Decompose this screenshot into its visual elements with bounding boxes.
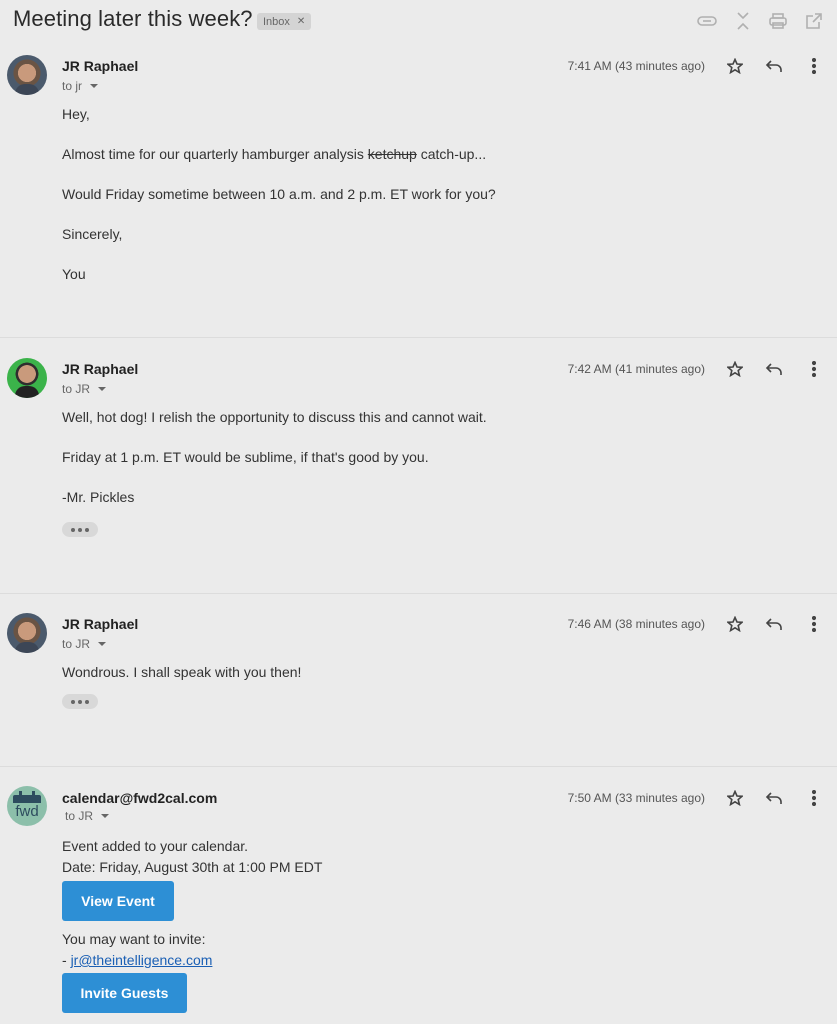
sender-avatar [7, 613, 47, 653]
view-event-button[interactable]: View Event [62, 881, 174, 921]
more-options-icon[interactable] [803, 358, 825, 380]
sender-avatar [7, 358, 47, 398]
invite-line: - jr@theintelligence.com [62, 950, 212, 971]
calendar-avatar: fwd [7, 786, 47, 826]
thread-header: Meeting later this week? Inbox ✕ [0, 0, 837, 42]
thread-subject: Meeting later this week? [13, 6, 253, 31]
label-text: Inbox [263, 15, 290, 28]
message-divider [0, 766, 837, 767]
message-body: Hey, Almost time for our quarterly hambu… [62, 106, 496, 282]
star-icon[interactable] [724, 613, 746, 635]
recipient-dropdown[interactable]: to jr [62, 79, 99, 93]
recipient-dropdown[interactable]: to JR [62, 637, 107, 651]
body-closing: Sincerely, [62, 226, 123, 242]
body-line: Well, hot dog! I relish the opportunity … [62, 409, 487, 425]
more-options-icon[interactable] [803, 613, 825, 635]
sender-name: JR Raphael [62, 58, 139, 74]
recipient-text: to JR [62, 382, 91, 396]
chevron-down-icon [98, 642, 107, 646]
sender-name: calendar@fwd2cal.com [62, 790, 218, 806]
invite-section: You may want to invite: - jr@theintellig… [62, 929, 212, 971]
star-icon[interactable] [724, 358, 746, 380]
recipient-text: to JR [65, 809, 94, 823]
message-body: Well, hot dog! I relish the opportunity … [62, 409, 487, 505]
sender-name: JR Raphael [62, 616, 139, 632]
invite-guests-button[interactable]: Invite Guests [62, 973, 187, 1013]
recipient-text: to jr [62, 79, 83, 93]
message-time: 7:42 AM (41 minutes ago) [567, 362, 705, 376]
text-segment: catch-up... [416, 146, 487, 162]
recipient-dropdown[interactable]: to JR [62, 382, 107, 396]
body-signature: You [62, 266, 86, 282]
sender-name: JR Raphael [62, 361, 139, 377]
print-icon[interactable] [767, 10, 789, 32]
body-line: Event added to your calendar. [62, 838, 249, 854]
invite-prompt: You may want to invite: [62, 931, 206, 947]
chevron-down-icon [98, 387, 107, 391]
message-body: Wondrous. I shall speak with you then! [62, 664, 301, 680]
body-line: Wondrous. I shall speak with you then! [62, 664, 302, 680]
body-line: Almost time for our quarterly hamburger … [62, 146, 496, 162]
remove-label-icon[interactable]: ✕ [297, 16, 305, 27]
message-time: 7:46 AM (38 minutes ago) [567, 617, 705, 631]
calendar-icon [13, 795, 41, 803]
chevron-down-icon [90, 84, 99, 88]
invite-prefix: - [62, 952, 71, 968]
inbox-label-chip[interactable]: Inbox ✕ [257, 13, 312, 30]
recipient-text: to JR [62, 637, 91, 651]
chevron-down-icon [101, 814, 110, 818]
message-time: 7:50 AM (33 minutes ago) [567, 791, 705, 805]
message-body: Event added to your calendar. Date: Frid… [62, 836, 322, 878]
strikethrough-text: ketchup [367, 146, 417, 162]
star-icon[interactable] [724, 55, 746, 77]
show-trimmed-content-button[interactable] [62, 694, 98, 709]
message-time: 7:41 AM (43 minutes ago) [567, 59, 705, 73]
avatar-text: fwd [15, 803, 39, 820]
link-icon[interactable] [696, 10, 718, 32]
more-options-icon[interactable] [803, 55, 825, 77]
body-line: Would Friday sometime between 10 a.m. an… [62, 186, 496, 202]
invite-email-link[interactable]: jr@theintelligence.com [71, 952, 213, 968]
body-signature: -Mr. Pickles [62, 489, 135, 505]
message-divider [0, 337, 837, 338]
collapse-icon[interactable] [732, 10, 754, 32]
reply-icon[interactable] [763, 358, 785, 380]
message-divider [0, 593, 837, 594]
recipient-dropdown[interactable]: to JR [65, 809, 110, 823]
reply-icon[interactable] [763, 55, 785, 77]
sender-avatar [7, 55, 47, 95]
event-date: Date: Friday, August 30th at 1:00 PM EDT [62, 859, 323, 875]
body-line: Friday at 1 p.m. ET would be sublime, if… [62, 449, 429, 465]
open-external-icon[interactable] [803, 10, 825, 32]
reply-icon[interactable] [763, 787, 785, 809]
text-segment: Almost time for our quarterly hamburger … [62, 146, 368, 162]
show-trimmed-content-button[interactable] [62, 522, 98, 537]
more-options-icon[interactable] [803, 787, 825, 809]
body-greeting: Hey, [62, 106, 90, 122]
reply-icon[interactable] [763, 613, 785, 635]
star-icon[interactable] [724, 787, 746, 809]
